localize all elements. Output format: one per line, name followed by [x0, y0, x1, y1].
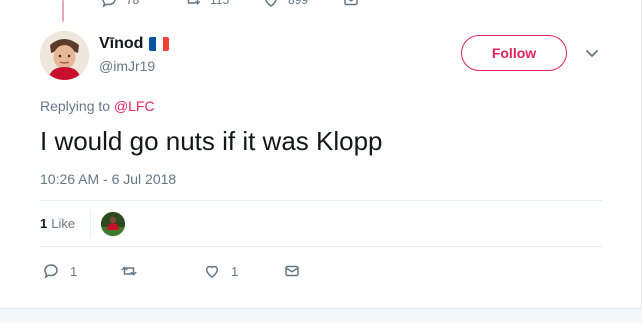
parent-reply-button[interactable]: 78: [100, 0, 139, 9]
envelope-icon: [344, 0, 358, 6]
parent-like-button[interactable]: 899: [262, 0, 308, 9]
reply-count: 1: [70, 263, 78, 279]
reply-icon: [102, 0, 116, 8]
retweet-icon: [121, 266, 137, 276]
chevron-down-icon: [586, 50, 598, 57]
likes-stat[interactable]: 1 Like: [40, 216, 75, 231]
replying-to-mention[interactable]: @LFC: [114, 98, 155, 114]
reply-button[interactable]: 1: [42, 262, 77, 280]
replying-to-label: Replying to: [40, 98, 111, 114]
next-tweet-divider: [0, 308, 642, 323]
author-name-row[interactable]: Vīnod: [99, 35, 170, 53]
heart-icon: [265, 0, 277, 7]
liker-avatar[interactable]: [101, 212, 125, 236]
avatar-image: [40, 31, 89, 80]
likes-stat-label: Like: [51, 216, 76, 231]
tweet-text: I would go nuts if it was Klopp: [40, 126, 383, 156]
likes-stat-count: 1: [40, 216, 48, 231]
tweet-timestamp[interactable]: 10:26 AM - 6 Jul 2018: [40, 171, 176, 187]
tweet-card: 78 115 899 Vīnod @imJr19 Follow Replying…: [0, 0, 642, 323]
parent-retweet-count: 115: [210, 0, 230, 7]
direct-message-button[interactable]: [283, 262, 301, 280]
thread-line: [62, 0, 64, 22]
retweet-button[interactable]: [120, 262, 148, 280]
more-options-button[interactable]: [583, 44, 601, 62]
france-flag-icon: [149, 37, 170, 51]
tweet-stats: 1 Like: [40, 200, 602, 247]
like-button[interactable]: 1: [203, 262, 238, 280]
follow-button[interactable]: Follow: [461, 35, 567, 71]
envelope-icon: [285, 265, 299, 277]
like-count: 1: [231, 263, 239, 279]
parent-dm-button[interactable]: [342, 0, 360, 9]
replying-to: Replying to @LFC: [40, 98, 155, 114]
reply-icon: [44, 264, 58, 279]
retweet-icon: [187, 0, 201, 5]
parent-retweet-button[interactable]: 115: [184, 0, 229, 9]
author-handle[interactable]: @imJr19: [99, 58, 155, 74]
heart-icon: [205, 265, 219, 278]
parent-reply-count: 78: [126, 0, 140, 7]
display-name[interactable]: Vīnod: [99, 35, 143, 53]
avatar[interactable]: [40, 31, 89, 80]
parent-like-count: 899: [288, 0, 309, 7]
liker-avatar-image: [101, 212, 125, 236]
stats-divider: [90, 210, 91, 238]
